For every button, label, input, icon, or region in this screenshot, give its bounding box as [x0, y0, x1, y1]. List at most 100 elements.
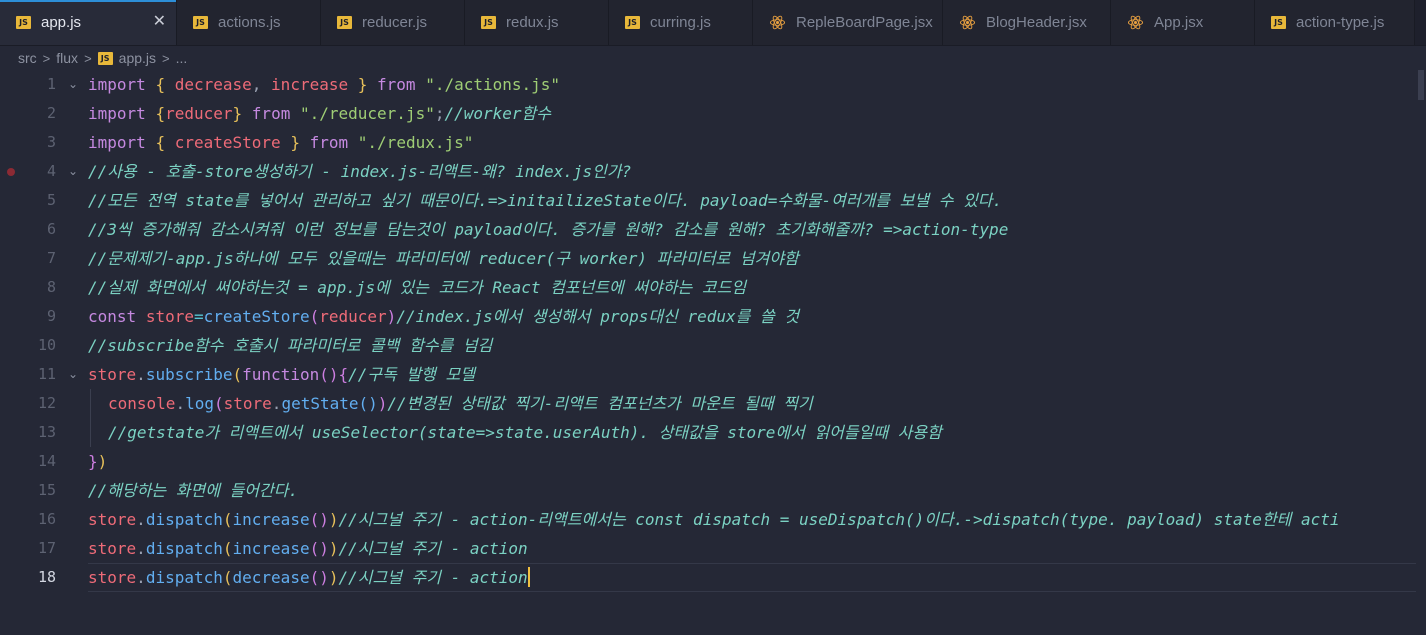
code-line[interactable]: 1 ⌄ import { decrease, increase } from "./… [0, 70, 1426, 99]
code-line[interactable]: 5 //모든 전역 state를 넣어서 관리하고 싶기 때문이다.=>inita… [0, 186, 1426, 215]
code-token: console [108, 394, 176, 413]
code-token: . [136, 365, 146, 384]
code-text: //실제 화면에서 써야하는것 = app.js에 있는 코드가 React 컴… [88, 273, 746, 302]
tab-curring-js[interactable]: JS curring.js [609, 0, 753, 45]
code-line[interactable]: 18 store.dispatch(decrease())//시그널 주기 - a… [0, 563, 1426, 592]
code-token: from [377, 75, 416, 94]
js-file-icon: JS [337, 16, 352, 29]
code-token: "./reducer.js" [299, 104, 435, 123]
line-number: 14 [37, 452, 56, 470]
line-number: 11 [37, 365, 56, 383]
code-line[interactable]: 13 //getstate가 리액트에서 useSelector(state=>s… [0, 418, 1426, 447]
code-line[interactable]: 10 //subscribe함수 호출시 파라미터로 콜백 함수를 넘김 [0, 331, 1426, 360]
code-token: //subscribe함수 호출시 파라미터로 콜백 함수를 넘김 [88, 336, 493, 355]
line-number: 1 [46, 75, 56, 93]
code-token: "./actions.js" [425, 75, 561, 94]
code-token: { [155, 75, 166, 94]
code-line[interactable]: 15 //해당하는 화면에 들어간다. [0, 476, 1426, 505]
tab-action-type-js[interactable]: JS action-type.js [1255, 0, 1415, 45]
code-token: //모든 전역 state를 넣어서 관리하고 싶기 때문이다.=>initai… [88, 191, 1003, 210]
code-text: import { decrease, increase } from "./ac… [88, 70, 560, 99]
js-file-icon: JS [1271, 16, 1286, 29]
code-token: () [319, 365, 339, 384]
line-number: 3 [46, 133, 56, 151]
code-token: log [185, 394, 214, 413]
breadcrumb-flux[interactable]: flux [56, 50, 78, 66]
code-token: dispatch [145, 568, 223, 587]
code-token: () [309, 568, 329, 587]
code-token: store [88, 365, 137, 384]
react-file-icon [959, 14, 976, 31]
code-token: //index.js에서 생성해서 props대신 redux를 쓸 것 [396, 307, 800, 326]
code-token: ( [222, 539, 233, 558]
line-number: 5 [46, 191, 56, 209]
code-line[interactable]: 16 store.dispatch(increase())//시그널 주기 - a… [0, 505, 1426, 534]
fold-chevron-icon[interactable]: ⌄ [68, 70, 78, 99]
code-token: function [242, 365, 320, 384]
code-token: } [357, 75, 368, 94]
tab-redux-js[interactable]: JS redux.js [465, 0, 609, 45]
code-text: //모든 전역 state를 넣어서 관리하고 싶기 때문이다.=>initai… [88, 186, 1002, 215]
scrollbar-thumb[interactable] [1418, 70, 1424, 100]
tab-actions-js[interactable]: JS actions.js [177, 0, 321, 45]
code-line[interactable]: 8 //실제 화면에서 써야하는것 = app.js에 있는 코드가 React … [0, 273, 1426, 302]
code-token: createStore [174, 133, 281, 152]
code-token: , [251, 75, 272, 94]
code-token: //구독 발행 모델 [348, 365, 475, 384]
js-file-icon: JS [193, 16, 208, 29]
tab-app-jsx[interactable]: App.jsx [1111, 0, 1255, 45]
breadcrumb-src[interactable]: src [18, 50, 37, 66]
code-line[interactable]: 4 ⌄ //사용 - 호출-store생성하기 - index.js-리액트-왜? … [0, 157, 1426, 186]
tab-blogheader-jsx[interactable]: BlogHeader.jsx [943, 0, 1111, 45]
code-token: . [271, 394, 282, 413]
tab-reducer-js[interactable]: JS reducer.js [321, 0, 465, 45]
breadcrumb-file[interactable]: app.js [119, 50, 156, 66]
code-token: increase [232, 539, 310, 558]
code-line[interactable]: 17 store.dispatch(increase())//시그널 주기 - a… [0, 534, 1426, 563]
code-text: store.subscribe(function(){//구독 발행 모델 [88, 360, 475, 389]
code-line[interactable]: 14}) [0, 447, 1426, 476]
code-line[interactable]: 3 import { createStore } from "./redux.js… [0, 128, 1426, 157]
tab-app-js[interactable]: JS app.js ✕ [0, 0, 177, 45]
code-line[interactable]: 6 //3씩 증가해줘 감소시켜줘 이런 정보를 담는것이 payload이다. … [0, 215, 1426, 244]
code-token: dispatch [145, 510, 223, 529]
code-token: } [232, 104, 243, 123]
line-number: 10 [37, 336, 56, 354]
tab-label: BlogHeader.jsx [986, 14, 1087, 31]
js-file-icon: JS [16, 16, 31, 29]
code-editor[interactable]: 1 ⌄ import { decrease, increase } from "./… [0, 70, 1426, 635]
tab-label: actions.js [218, 14, 281, 31]
code-token: from [309, 133, 349, 152]
code-token: ) [97, 452, 108, 471]
code-token: () [358, 394, 378, 413]
code-token: //3씩 증가해줘 감소시켜줘 이런 정보를 담는것이 payload이다. 증… [88, 220, 1009, 239]
tab-repleboardpage-jsx[interactable]: RepleBoardPage.jsx [753, 0, 943, 45]
breadcrumb-symbols[interactable]: ... [176, 50, 188, 66]
fold-chevron-icon[interactable]: ⌄ [68, 157, 78, 186]
close-icon[interactable]: ✕ [153, 13, 166, 31]
line-number: 4 [46, 162, 56, 180]
code-token: createStore [203, 307, 310, 326]
code-text: store.dispatch(increase())//시그널 주기 - act… [88, 534, 528, 563]
code-token: ( [222, 510, 233, 529]
chevron-right-icon: > [162, 50, 170, 66]
code-line[interactable]: 9 const store=createStore(reducer)//index… [0, 302, 1426, 331]
code-token: ) [377, 394, 388, 413]
code-line[interactable]: 2 import {reducer} from "./reducer.js";//… [0, 99, 1426, 128]
fold-chevron-icon[interactable]: ⌄ [68, 360, 78, 389]
code-line[interactable]: 12 console.log(store.getState())//변경된 상태값… [0, 389, 1426, 418]
code-token: store [88, 510, 137, 529]
code-text: //subscribe함수 호출시 파라미터로 콜백 함수를 넘김 [88, 331, 492, 360]
code-line[interactable]: 7 //문제제기-app.js하나에 모두 있을때는 파라미터에 reducer(… [0, 244, 1426, 273]
tab-label: curring.js [650, 14, 711, 31]
code-line[interactable]: 11 ⌄ store.subscribe(function(){//구독 발행 모델 [0, 360, 1426, 389]
tab-label: action-type.js [1296, 14, 1385, 31]
code-token: from [251, 104, 291, 123]
code-token: . [136, 539, 146, 558]
